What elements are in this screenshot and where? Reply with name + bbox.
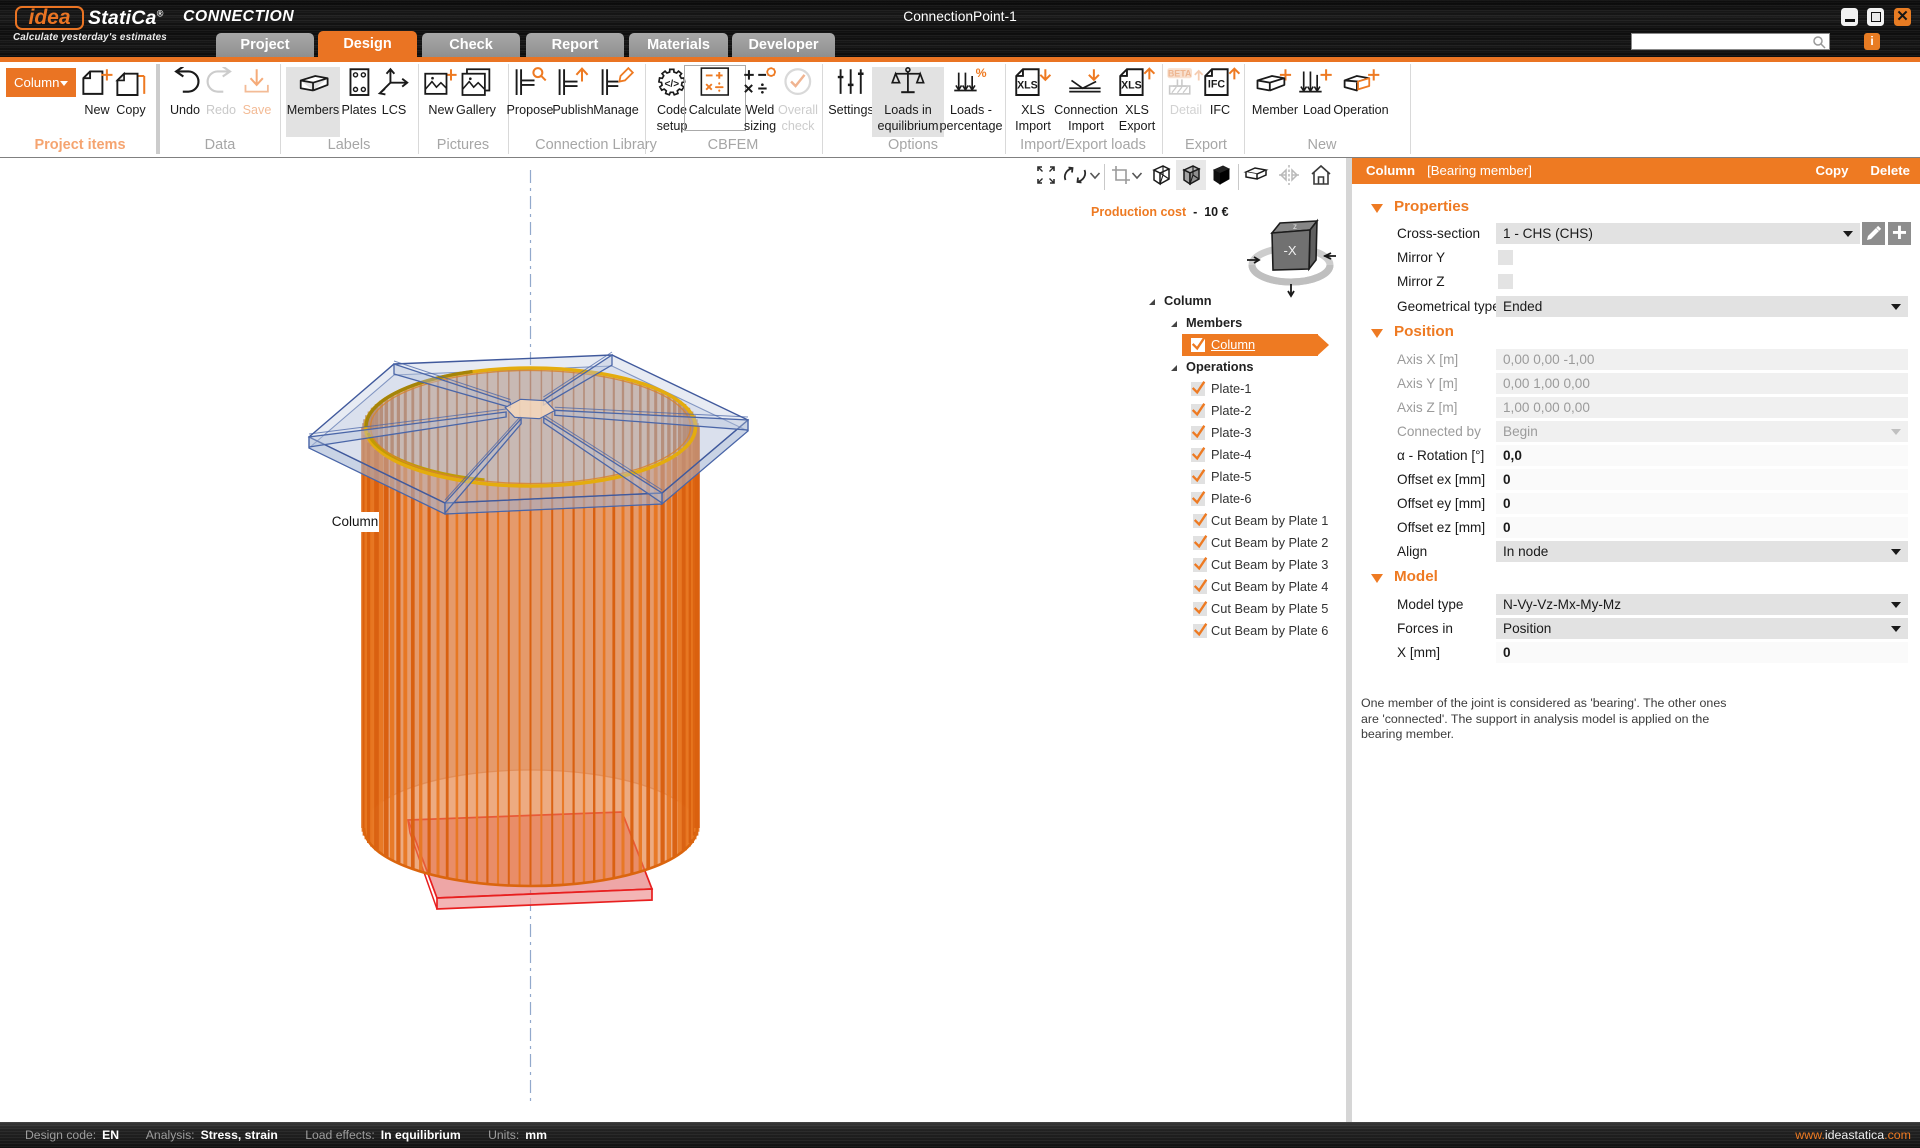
- svg-text:BETA: BETA: [1168, 69, 1192, 79]
- svg-text:-X: -X: [1284, 243, 1297, 258]
- svg-text:XLS: XLS: [1017, 79, 1038, 91]
- svg-text:</>: </>: [665, 79, 680, 90]
- svg-text:%: %: [976, 67, 987, 80]
- svg-text:z: z: [1293, 222, 1297, 231]
- svg-text:XLS: XLS: [1121, 79, 1142, 91]
- svg-text:IFC: IFC: [1208, 79, 1225, 91]
